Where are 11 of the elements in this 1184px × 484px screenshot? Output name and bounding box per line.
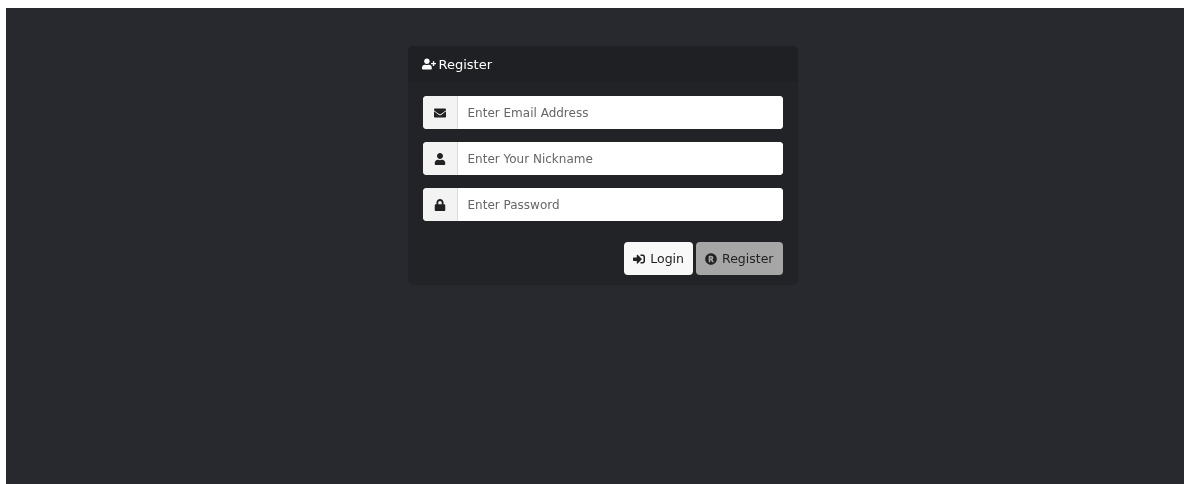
envelope-icon bbox=[433, 106, 446, 119]
login-button[interactable]: Login bbox=[624, 242, 694, 275]
nickname-field[interactable]: Enter Your Nickname bbox=[422, 142, 783, 175]
password-field[interactable]: Enter Password bbox=[422, 188, 783, 221]
registered-icon bbox=[705, 252, 718, 265]
person-icon bbox=[433, 152, 446, 165]
card-title: Register bbox=[438, 56, 493, 72]
sign-in-arrow-icon bbox=[633, 252, 646, 265]
email-field[interactable]: Enter Email Address bbox=[422, 96, 783, 129]
lock-icon bbox=[433, 198, 446, 211]
user-plus-icon bbox=[421, 57, 436, 71]
